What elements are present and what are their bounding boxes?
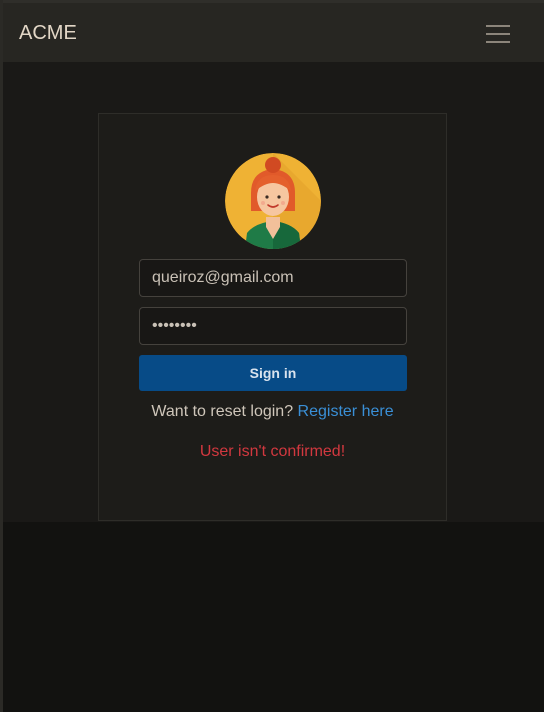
- error-message: User isn't confirmed!: [199, 443, 346, 460]
- reset-prompt-text: Want to reset login?: [151, 403, 294, 420]
- password-field[interactable]: [139, 307, 407, 345]
- brand-logo-text[interactable]: ACME: [19, 21, 77, 45]
- register-link[interactable]: Register here: [298, 403, 394, 420]
- page-background-lower: [3, 522, 544, 712]
- top-navbar: ACME: [3, 0, 544, 62]
- hamburger-menu-icon[interactable]: [483, 23, 515, 47]
- reset-login-line: Want to reset login? Register here: [98, 402, 447, 422]
- app-frame: ACME queiroz@gmail.com •••••••• Sign in …: [0, 0, 544, 712]
- email-field[interactable]: [139, 259, 407, 297]
- sign-in-button[interactable]: Sign in: [139, 355, 407, 391]
- user-avatar-icon: [225, 153, 321, 249]
